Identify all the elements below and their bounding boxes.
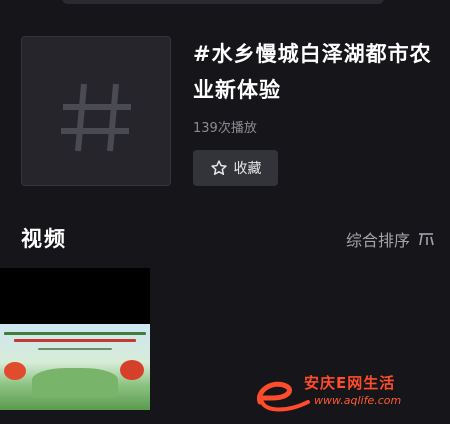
thumbnail-headline bbox=[4, 332, 146, 335]
videos-section-title: 视频 bbox=[21, 227, 67, 251]
e-logo-icon bbox=[256, 381, 310, 412]
watermark-url: www.aqlife.com bbox=[314, 394, 402, 407]
farmland-graphic bbox=[32, 368, 118, 398]
watermark-name: 安庆E网生活 bbox=[304, 374, 396, 392]
hash-icon bbox=[61, 83, 131, 152]
topic-cover bbox=[21, 36, 171, 186]
thumbnail-subheadline bbox=[14, 339, 136, 342]
vegetable-graphic-left bbox=[4, 362, 26, 380]
search-bar[interactable] bbox=[62, 0, 384, 4]
sort-control[interactable]: 综合排序 bbox=[346, 227, 434, 251]
thumbnail-caption bbox=[38, 348, 112, 350]
star-icon bbox=[210, 160, 227, 175]
watermark: 安庆E网生活 www.aqlife.com bbox=[252, 372, 440, 416]
collect-label: 收藏 bbox=[233, 161, 262, 177]
play-count: 139次播放 bbox=[193, 121, 257, 136]
thumbnail-banner-image bbox=[0, 324, 150, 410]
vegetable-graphic-right bbox=[120, 360, 144, 380]
video-thumbnail[interactable] bbox=[0, 268, 150, 410]
sort-label: 综合排序 bbox=[345, 231, 410, 250]
topic-title: #水乡慢城白泽湖都市农业新体验 bbox=[193, 42, 432, 102]
sort-icon bbox=[419, 233, 434, 246]
collect-button[interactable]: 收藏 bbox=[193, 150, 278, 186]
